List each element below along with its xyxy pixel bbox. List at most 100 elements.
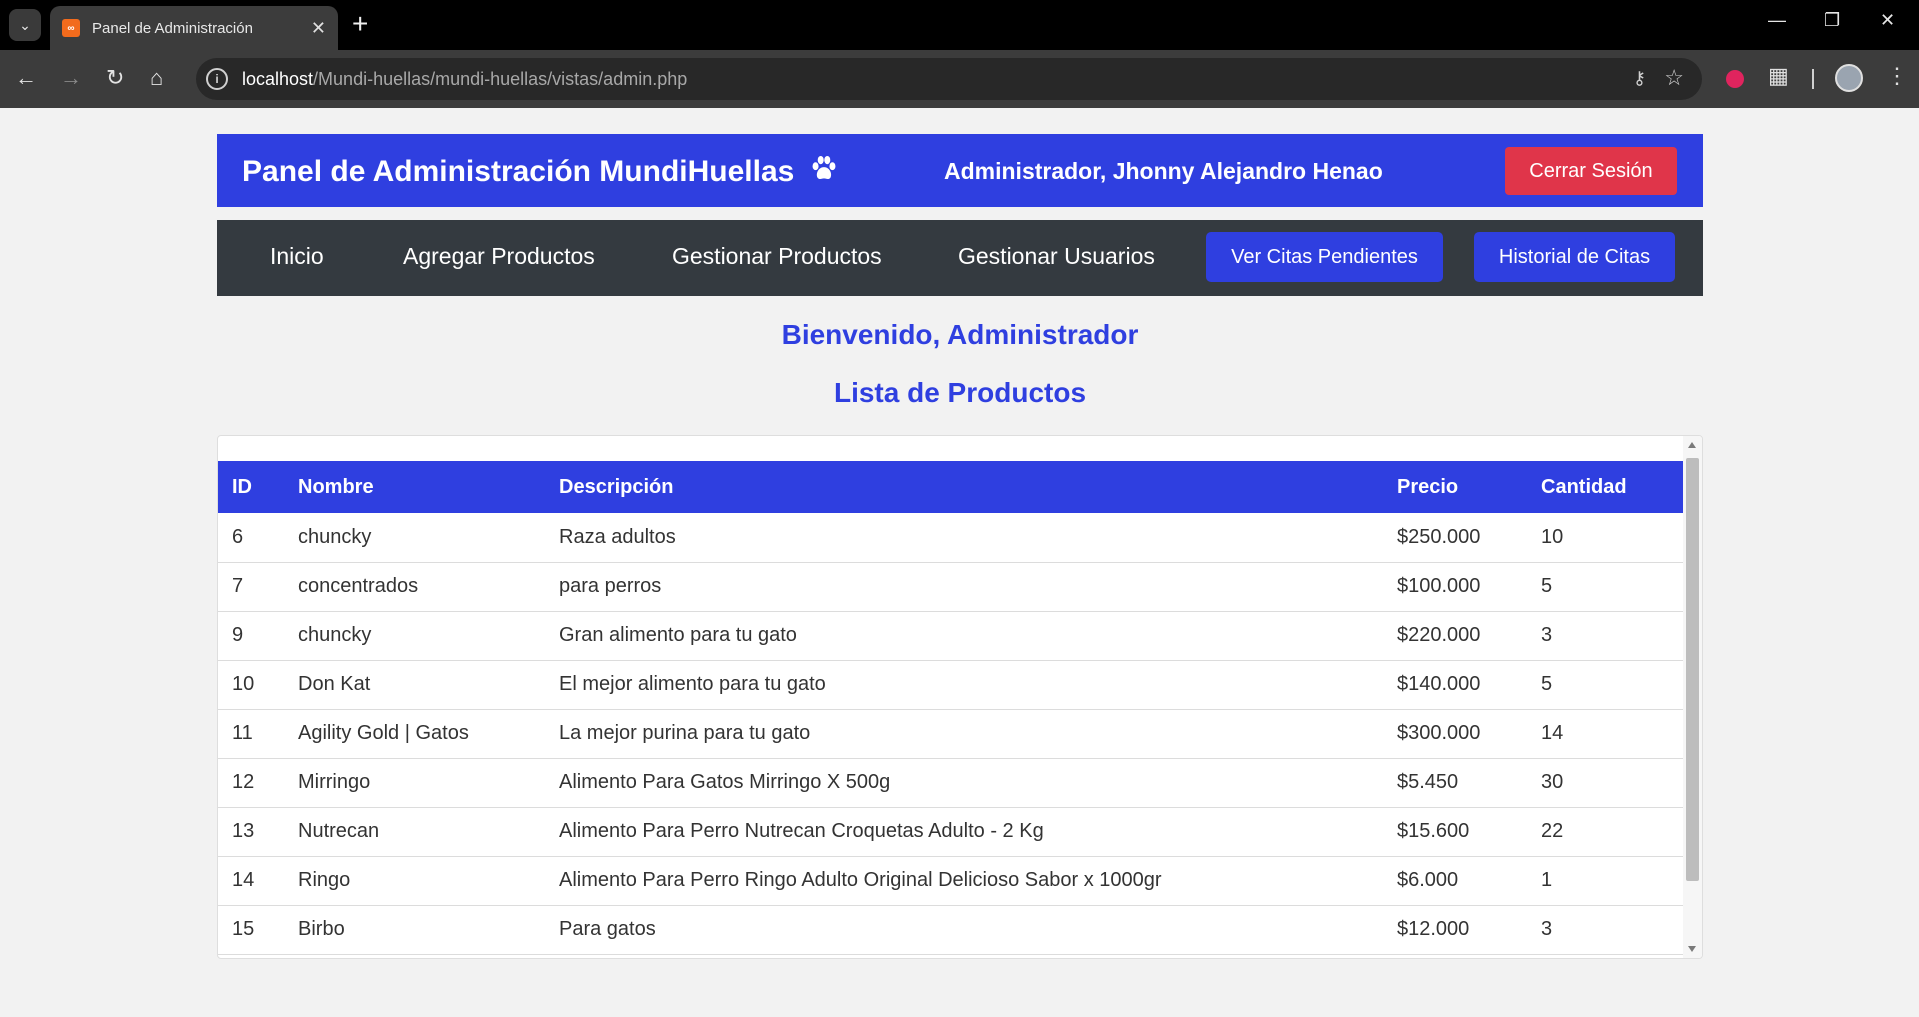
cell-cantidad: 22: [1527, 807, 1683, 857]
nav-gestionar-productos[interactable]: Gestionar Productos: [672, 243, 882, 270]
cell-id: 12: [218, 758, 284, 808]
cell-nombre: Don Kat: [284, 660, 545, 710]
nav-inicio[interactable]: Inicio: [270, 243, 324, 270]
scroll-up-arrow-icon[interactable]: [1688, 442, 1696, 448]
cell-precio: $220.000: [1383, 611, 1527, 661]
admin-navbar: Inicio Agregar Productos Gestionar Produ…: [217, 220, 1703, 296]
cell-precio: $250.000: [1383, 513, 1527, 563]
cell-descripcion: Alimento Para Perro Ringo Adulto Origina…: [545, 856, 1383, 906]
products-table: ID Nombre Descripción Precio Cantidad 6 …: [218, 461, 1683, 955]
cell-nombre: Ringo: [284, 856, 545, 906]
home-icon[interactable]: ⌂: [150, 65, 163, 91]
user-greeting: Administrador, Jhonny Alejandro Henao: [944, 158, 1383, 184]
cell-nombre: concentrados: [284, 562, 545, 612]
table-row: 15 Birbo Para gatos $12.000 3: [218, 905, 1683, 955]
ver-citas-pendientes-button[interactable]: Ver Citas Pendientes: [1206, 232, 1443, 282]
restore-icon[interactable]: ❐: [1824, 10, 1840, 31]
cell-precio: $12.000: [1383, 905, 1527, 955]
minimize-icon[interactable]: —: [1768, 10, 1786, 31]
cell-id: 9: [218, 611, 284, 661]
cell-id: 7: [218, 562, 284, 612]
header-cantidad: Cantidad: [1527, 461, 1683, 513]
cell-descripcion: Para gatos: [545, 905, 1383, 955]
scrollbar-thumb[interactable]: [1686, 458, 1699, 881]
table-header-row: ID Nombre Descripción Precio Cantidad: [218, 461, 1683, 513]
table-row: 6 chuncky Raza adultos $250.000 10: [218, 513, 1683, 563]
address-bar[interactable]: i localhost/Mundi-huellas/mundi-huellas/…: [196, 58, 1702, 100]
nav-agregar-productos[interactable]: Agregar Productos: [403, 243, 595, 270]
cell-descripcion: Gran alimento para tu gato: [545, 611, 1383, 661]
new-tab-icon[interactable]: +: [352, 10, 368, 38]
toolbar-separator: [1812, 69, 1814, 89]
cell-precio: $100.000: [1383, 562, 1527, 612]
profile-avatar-icon[interactable]: [1835, 64, 1863, 92]
historial-citas-button[interactable]: Historial de Citas: [1474, 232, 1675, 282]
nav-gestionar-usuarios[interactable]: Gestionar Usuarios: [958, 243, 1155, 270]
products-list-heading: Lista de Productos: [833, 377, 1087, 408]
password-key-icon[interactable]: ⚷: [1633, 68, 1646, 89]
table-row: 12 Mirringo Alimento Para Gatos Mirringo…: [218, 758, 1683, 808]
cell-precio: $15.600: [1383, 807, 1527, 857]
cell-cantidad: 5: [1527, 562, 1683, 612]
cell-cantidad: 3: [1527, 905, 1683, 955]
table-row: 14 Ringo Alimento Para Perro Ringo Adult…: [218, 856, 1683, 906]
cell-nombre: Birbo: [284, 905, 545, 955]
header-id: ID: [218, 461, 284, 513]
browser-menu-icon[interactable]: ⋮: [1886, 63, 1908, 89]
header-precio: Precio: [1383, 461, 1527, 513]
header-descripcion: Descripción: [545, 461, 1383, 513]
tab-close-icon[interactable]: ✕: [311, 18, 326, 39]
cell-cantidad: 14: [1527, 709, 1683, 759]
table-row: 9 chuncky Gran alimento para tu gato $22…: [218, 611, 1683, 661]
site-info-icon[interactable]: i: [206, 68, 228, 90]
cell-descripcion: para perros: [545, 562, 1383, 612]
cell-descripcion: El mejor alimento para tu gato: [545, 660, 1383, 710]
table-row: 13 Nutrecan Alimento Para Perro Nutrecan…: [218, 807, 1683, 857]
window-close-icon[interactable]: ✕: [1880, 10, 1895, 31]
cell-precio: $140.000: [1383, 660, 1527, 710]
cell-cantidad: 1: [1527, 856, 1683, 906]
cell-id: 14: [218, 856, 284, 906]
cell-cantidad: 30: [1527, 758, 1683, 808]
table-row: 7 concentrados para perros $100.000 5: [218, 562, 1683, 612]
browser-tabstrip: ⌄ ∞ Panel de Administración ✕ + — ❐ ✕: [0, 0, 1919, 50]
table-scrollbar[interactable]: [1683, 436, 1702, 958]
scroll-down-arrow-icon[interactable]: [1688, 946, 1696, 952]
cell-descripcion: Raza adultos: [545, 513, 1383, 563]
cell-descripcion: La mejor purina para tu gato: [545, 709, 1383, 759]
forward-arrow-icon[interactable]: →: [60, 65, 82, 91]
bookmark-star-icon[interactable]: ☆: [1664, 65, 1684, 91]
paw-icon: [812, 155, 836, 179]
table-row: 10 Don Kat El mejor alimento para tu gat…: [218, 660, 1683, 710]
page-title: Panel de Administración MundiHuellas: [242, 154, 839, 189]
cell-precio: $6.000: [1383, 856, 1527, 906]
logout-button[interactable]: Cerrar Sesión: [1505, 147, 1677, 195]
cell-cantidad: 10: [1527, 513, 1683, 563]
tab-search-chevron-icon[interactable]: ⌄: [9, 9, 41, 41]
admin-header: Panel de Administración MundiHuellas Adm…: [217, 134, 1703, 207]
tab-title: Panel de Administración: [92, 19, 253, 37]
cell-id: 15: [218, 905, 284, 955]
extension-record-icon[interactable]: [1726, 70, 1744, 88]
back-arrow-icon[interactable]: ←: [15, 65, 37, 91]
extensions-puzzle-icon[interactable]: ▦: [1768, 63, 1789, 89]
page-content: Panel de Administración MundiHuellas Adm…: [0, 108, 1919, 1017]
header-nombre: Nombre: [284, 461, 545, 513]
table-body: 6 chuncky Raza adultos $250.000 10 7 con…: [218, 513, 1683, 955]
cell-descripcion: Alimento Para Gatos Mirringo X 500g: [545, 758, 1383, 808]
welcome-heading: Bienvenido, Administrador: [781, 319, 1139, 350]
products-table-container: ID Nombre Descripción Precio Cantidad 6 …: [217, 435, 1703, 959]
cell-precio: $300.000: [1383, 709, 1527, 759]
cell-id: 6: [218, 513, 284, 563]
reload-icon[interactable]: ↻: [106, 65, 124, 91]
cell-nombre: Agility Gold | Gatos: [284, 709, 545, 759]
cell-cantidad: 5: [1527, 660, 1683, 710]
cell-nombre: Mirringo: [284, 758, 545, 808]
url-text[interactable]: localhost/Mundi-huellas/mundi-huellas/vi…: [242, 69, 687, 90]
browser-tab[interactable]: ∞ Panel de Administración ✕: [50, 6, 338, 50]
table-row: 11 Agility Gold | Gatos La mejor purina …: [218, 709, 1683, 759]
cell-nombre: chuncky: [284, 611, 545, 661]
xampp-favicon-icon: ∞: [62, 19, 80, 37]
cell-id: 11: [218, 709, 284, 759]
cell-nombre: chuncky: [284, 513, 545, 563]
